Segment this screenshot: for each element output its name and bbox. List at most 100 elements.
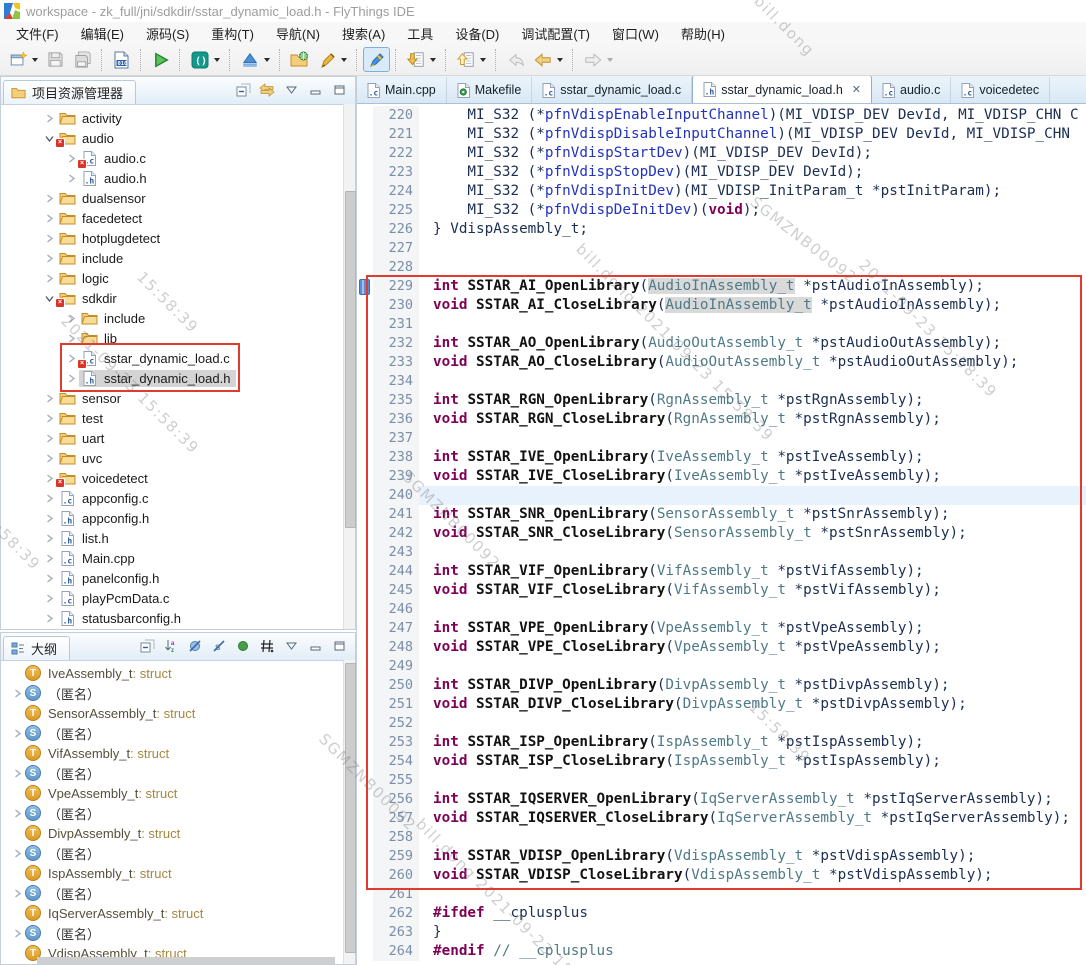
outline-item-anon[interactable]: S（匿名） (1, 763, 343, 783)
chevron-right-icon[interactable] (63, 314, 79, 323)
chevron-right-icon[interactable] (41, 414, 57, 423)
pen-button[interactable] (313, 47, 340, 72)
chevron-right-icon[interactable] (9, 929, 25, 938)
outline-item-iveassembly-t[interactable]: TIveAssembly_t : struct (1, 663, 343, 683)
tree-item-audio-h[interactable]: .haudio.h (1, 168, 343, 188)
tree-item-logic[interactable]: logic (1, 268, 343, 288)
tree-item-uart[interactable]: uart (1, 428, 343, 448)
link-with-editor-icon[interactable] (259, 82, 275, 98)
hide-static-icon[interactable]: s (211, 638, 227, 654)
hide-non-public-icon[interactable] (235, 638, 251, 654)
outline-item-anon[interactable]: S（匿名） (1, 803, 343, 823)
forward-dropdown[interactable] (607, 58, 613, 62)
tree-item-voicedetect[interactable]: ×voicedetect (1, 468, 343, 488)
chevron-right-icon[interactable] (63, 374, 79, 383)
chevron-right-icon[interactable] (63, 174, 79, 183)
new-wizard-dropdown[interactable] (32, 58, 38, 62)
chevron-right-icon[interactable] (41, 454, 57, 463)
menu-item-h[interactable]: 帮助(H) (671, 22, 735, 45)
menu-item-n[interactable]: 导航(N) (266, 22, 330, 45)
chevron-right-icon[interactable] (41, 514, 57, 523)
back-button[interactable] (529, 47, 556, 72)
tree-item-uvc[interactable]: uvc (1, 448, 343, 468)
view-menu-icon[interactable] (283, 638, 299, 654)
tree-item-main-cpp[interactable]: .cMain.cpp (1, 548, 343, 568)
chevron-right-icon[interactable] (9, 889, 25, 898)
chevron-right-icon[interactable] (41, 554, 57, 563)
tree-item-include[interactable]: include (1, 308, 343, 328)
outline-scrollbar-thumb[interactable] (345, 663, 356, 953)
menu-item-t[interactable]: 调试配置(T) (511, 22, 600, 45)
hide-fields-icon[interactable] (187, 638, 203, 654)
outline-item-divpassembly-t[interactable]: TDivpAssembly_t : struct (1, 823, 343, 843)
chevron-right-icon[interactable] (41, 274, 57, 283)
collapse-all-icon[interactable] (235, 82, 251, 98)
chevron-right-icon[interactable] (41, 194, 57, 203)
chevron-right-icon[interactable] (63, 334, 79, 343)
tree-item-appconfig-h[interactable]: .happconfig.h (1, 508, 343, 528)
tree-item-sstar-dynamic-load-c[interactable]: .c×sstar_dynamic_load.c (1, 348, 343, 368)
save-button[interactable] (42, 47, 69, 72)
tree-item-sstar-dynamic-load-h[interactable]: .hsstar_dynamic_load.h (1, 368, 343, 388)
outline-item-anon[interactable]: S（匿名） (1, 683, 343, 703)
tree-item-sdkdir[interactable]: ×sdkdir (1, 288, 343, 308)
run-button[interactable] (147, 47, 174, 72)
import-dropdown[interactable] (430, 58, 436, 62)
filter-pattern-icon[interactable] (259, 638, 275, 654)
tree-item-include[interactable]: include (1, 248, 343, 268)
tree-item-audio-c[interactable]: .c×audio.c (1, 148, 343, 168)
chevron-right-icon[interactable] (41, 494, 57, 503)
tree-item-appconfig-c[interactable]: .cappconfig.c (1, 488, 343, 508)
tree-item-lib[interactable]: lib (1, 328, 343, 348)
menu-item-t[interactable]: 重构(T) (201, 22, 264, 45)
tree-item-facedetect[interactable]: facedetect (1, 208, 343, 228)
outline-scrollbar[interactable] (343, 660, 355, 964)
project-tree[interactable]: activity×audio.c×audio.c.haudio.hdualsen… (1, 104, 343, 629)
tab-close-icon[interactable]: ✕ (852, 83, 861, 96)
maximize-icon[interactable] (331, 638, 347, 654)
tree-item-panelconfig-h[interactable]: .hpanelconfig.h (1, 568, 343, 588)
outline-item-anon[interactable]: S（匿名） (1, 923, 343, 943)
tab-makefile[interactable]: Makefile (447, 77, 533, 103)
pen-dropdown[interactable] (341, 58, 347, 62)
chevron-right-icon[interactable] (9, 729, 25, 738)
menu-item-a[interactable]: 搜索(A) (332, 22, 395, 45)
outline-item-anon[interactable]: S（匿名） (1, 843, 343, 863)
menu-item-w[interactable]: 窗口(W) (602, 22, 669, 45)
chevron-right-icon[interactable] (41, 114, 57, 123)
save-all-button[interactable] (69, 47, 96, 72)
tree-item-audio[interactable]: ×audio (1, 128, 343, 148)
chevron-right-icon[interactable] (9, 809, 25, 818)
highlighter-button[interactable] (363, 47, 390, 72)
forward-button[interactable] (579, 47, 606, 72)
outline-list[interactable]: TIveAssembly_t : structS（匿名）TSensorAssem… (1, 660, 343, 964)
chevron-right-icon[interactable] (9, 849, 25, 858)
outline-item-iqserverassembly-t[interactable]: TIqServerAssembly_t : struct (1, 903, 343, 923)
export-dropdown[interactable] (480, 58, 486, 62)
tree-item-activity[interactable]: activity (1, 108, 343, 128)
build-dropdown[interactable] (264, 58, 270, 62)
code-editor[interactable]: 220 MI_S32 (*pfnVdispEnableInputChannel)… (357, 103, 1086, 965)
tree-item-test[interactable]: test (1, 408, 343, 428)
collapse-all-icon[interactable] (139, 638, 155, 654)
tree-item-sensor[interactable]: sensor (1, 388, 343, 408)
chevron-right-icon[interactable] (41, 594, 57, 603)
tree-item-hotplugdetect[interactable]: hotplugdetect (1, 228, 343, 248)
menu-item-d[interactable]: 设备(D) (445, 22, 509, 45)
tree-item-list-h[interactable]: .hlist.h (1, 528, 343, 548)
open-project-button[interactable] (286, 47, 313, 72)
maximize-icon[interactable] (331, 82, 347, 98)
explorer-scrollbar[interactable] (343, 104, 355, 629)
outline-item-sensorassembly-t[interactable]: TSensorAssembly_t : struct (1, 703, 343, 723)
build-button[interactable] (236, 47, 263, 72)
explorer-scrollbar-thumb[interactable] (345, 191, 356, 528)
minimize-icon[interactable] (307, 82, 323, 98)
last-edit-location-button[interactable] (502, 47, 529, 72)
outline-item-vifassembly-t[interactable]: TVifAssembly_t : struct (1, 743, 343, 763)
import-button[interactable] (402, 47, 429, 72)
outline-item-anon[interactable]: S（匿名） (1, 883, 343, 903)
braces-button[interactable]: () (186, 47, 213, 72)
outline-item-vpeassembly-t[interactable]: TVpeAssembly_t : struct (1, 783, 343, 803)
chevron-right-icon[interactable] (41, 254, 57, 263)
chevron-right-icon[interactable] (41, 614, 57, 623)
